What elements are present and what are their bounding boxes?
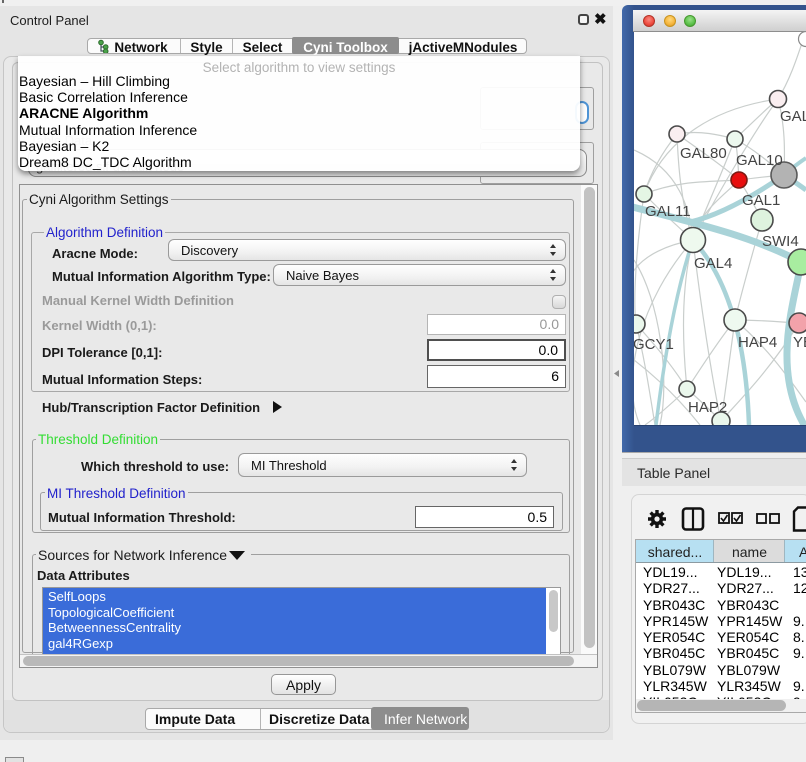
svg-text:GCY1: GCY1	[634, 336, 674, 353]
svg-text:GAL11: GAL11	[645, 203, 691, 220]
svg-text:GAL80: GAL80	[680, 145, 727, 162]
svg-text:HAP2: HAP2	[688, 399, 727, 416]
svg-text:GAL1: GAL1	[742, 192, 780, 209]
svg-text:HAP4: HAP4	[738, 334, 777, 351]
svg-text:YE: YE	[793, 334, 806, 351]
svg-text:SWI4: SWI4	[762, 233, 799, 250]
svg-text:GAL4: GAL4	[694, 255, 732, 272]
svg-text:GAL2: GAL2	[780, 108, 806, 125]
svg-text:GAL10: GAL10	[736, 152, 783, 169]
